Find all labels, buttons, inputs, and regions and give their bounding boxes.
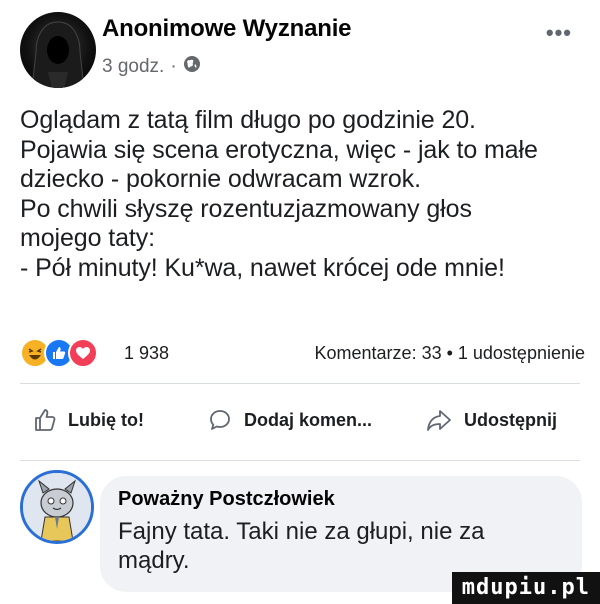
comment-text: Fajny tata. Taki nie za głupi, nie za mą… [118, 517, 564, 575]
share-button[interactable]: Udostępnij [426, 408, 557, 432]
thumbs-up-icon [35, 409, 56, 431]
reaction-count[interactable]: 1 938 [124, 343, 169, 364]
comment-author[interactable]: Poważny Postczłowiek [118, 488, 564, 511]
reactions-summary[interactable] [20, 338, 98, 368]
post-time[interactable]: 3 godz. [102, 56, 164, 78]
cartoon-cat-icon [23, 473, 91, 541]
comment-text-line: mądry. [118, 547, 190, 574]
watermark-logo: mdupiu.pl [451, 572, 600, 604]
post-text-line: dziecko - pokornie odwracam wzrok. [20, 165, 421, 193]
post-meta: 3 godz. · [102, 55, 201, 79]
globe-icon [183, 55, 201, 79]
more-options-icon[interactable]: ••• [546, 20, 572, 46]
post-stats: 1 938 Komentarze: 33 • 1 udostępnienie [20, 336, 585, 370]
like-button[interactable]: Lubię to! [34, 408, 144, 432]
post-text: Oglądam z tatą film długo po godzinie 20… [20, 106, 585, 283]
share-label: Udostępnij [464, 409, 557, 430]
comments-shares-count[interactable]: Komentarze: 33 • 1 udostępnienie [315, 343, 585, 364]
page-avatar[interactable] [20, 12, 96, 88]
hooded-figure-icon [31, 21, 85, 88]
comment-bubble-icon [210, 410, 230, 430]
divider [20, 383, 580, 384]
divider [20, 460, 580, 461]
meta-separator: · [170, 56, 177, 77]
share-arrow-icon [427, 410, 451, 431]
post-text-line: - Pół minuty! Ku*wa, nawet krócej ode mn… [20, 253, 505, 282]
post-text-line: mojego taty: [20, 224, 155, 252]
like-label: Lubię to! [68, 409, 144, 430]
post-text-line: Oglądam z tatą film długo po godzinie 20… [20, 106, 476, 134]
action-bar: Lubię to! Dodaj komen... Udostępnij [20, 398, 580, 448]
post-text-line: Po chwili słyszę rozentuzjazmowany głos [20, 194, 472, 223]
comment-text-line: Fajny tata. Taki nie za głupi, nie za [118, 518, 485, 545]
comment-button[interactable]: Dodaj komen... [208, 408, 372, 432]
author-name[interactable]: Anonimowe Wyznanie [102, 15, 352, 43]
commenter-avatar[interactable] [20, 470, 94, 544]
love-icon [68, 338, 98, 368]
post-text-line: Pojawia się scena erotyczna, więc - jak … [20, 135, 538, 164]
comment-label: Dodaj komen... [244, 409, 373, 430]
post-header: Anonimowe Wyznanie 3 godz. · ••• [20, 12, 580, 88]
